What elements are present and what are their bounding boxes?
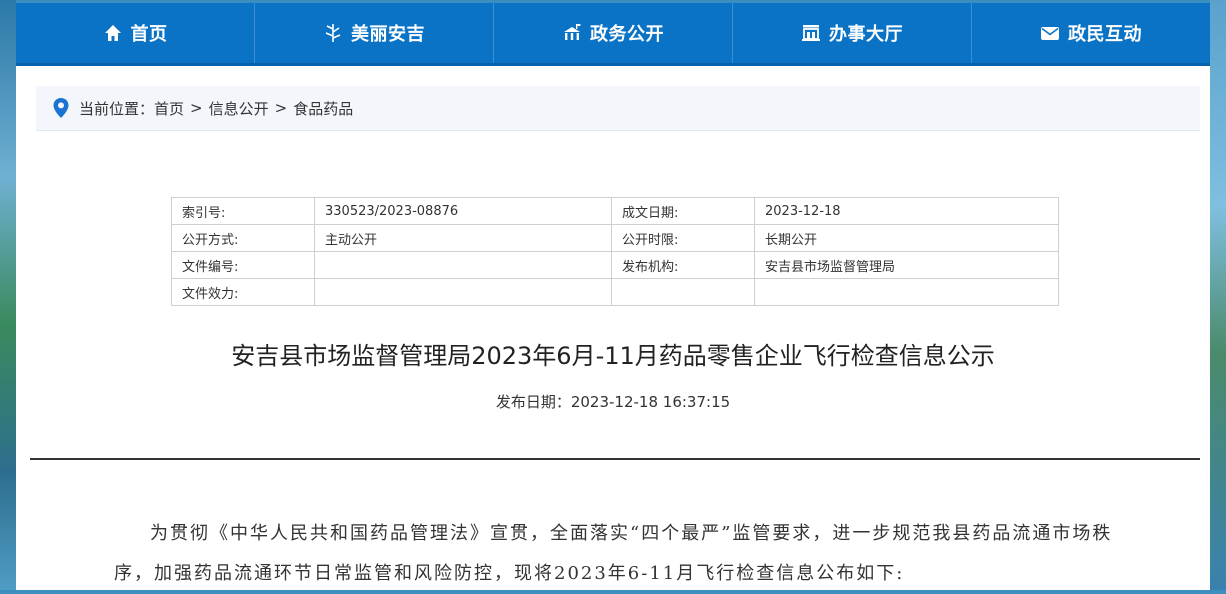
- breadcrumb-separator: >: [274, 99, 288, 117]
- meta-value: 330523/2023-08876: [314, 197, 612, 225]
- breadcrumb-separator: >: [190, 99, 203, 117]
- content-panel: 当前位置： 首页 > 信息公开 > 食品药品 索引号: 330523/2023-…: [16, 66, 1210, 590]
- building-icon: [801, 23, 821, 43]
- divider: [30, 458, 1200, 460]
- location-pin-icon: [52, 97, 70, 119]
- nav-item-label: 政务公开: [590, 24, 664, 45]
- meta-key: 发布机构:: [611, 251, 755, 279]
- table-row: 文件编号: 发布机构: 安吉县市场监督管理局: [171, 251, 1059, 279]
- nav-item-home[interactable]: 首页: [16, 3, 255, 63]
- breadcrumb-link-info[interactable]: 信息公开: [209, 98, 269, 119]
- meta-value: [754, 278, 1059, 306]
- meta-key: 文件编号:: [171, 251, 315, 279]
- meta-key: [611, 278, 755, 306]
- nav-item-label: 办事大厅: [829, 24, 903, 45]
- nav-item-label: 美丽安吉: [351, 24, 425, 45]
- publish-date: 发布日期：2023-12-18 16:37:15: [495, 393, 731, 411]
- meta-value: [314, 251, 612, 279]
- nav-item-label: 政民互动: [1068, 24, 1142, 45]
- home-icon: [103, 23, 123, 43]
- background-scenery-left: [0, 0, 16, 590]
- table-row: 文件效力:: [171, 278, 1059, 306]
- breadcrumb-link-home[interactable]: 首页: [154, 98, 184, 119]
- table-row: 索引号: 330523/2023-08876 成文日期: 2023-12-18: [171, 197, 1059, 225]
- meta-key: 文件效力:: [171, 278, 315, 306]
- meta-value: 长期公开: [754, 224, 1059, 252]
- meta-key: 公开方式:: [171, 224, 315, 252]
- document-meta-table: 索引号: 330523/2023-08876 成文日期: 2023-12-18 …: [171, 197, 1059, 306]
- breadcrumb-prefix: 当前位置：: [79, 99, 155, 118]
- meta-key: 索引号:: [171, 197, 315, 225]
- main-navigation: 首页 美丽安吉 政务公开 办事大厅 政民互动: [16, 3, 1210, 66]
- article-title: 安吉县市场监督管理局2023年6月-11月药品零售企业飞行检查信息公示: [231, 342, 995, 370]
- envelope-icon: [1040, 23, 1060, 43]
- bamboo-icon: [323, 23, 343, 43]
- meta-key: 成文日期:: [611, 197, 755, 225]
- nav-item-label: 首页: [130, 24, 168, 45]
- meta-value: [314, 278, 612, 306]
- meta-key: 公开时限:: [611, 224, 755, 252]
- nav-item-beautiful-anji[interactable]: 美丽安吉: [255, 3, 494, 63]
- breadcrumb: 当前位置： 首页 > 信息公开 > 食品药品: [36, 86, 1200, 131]
- article-body-paragraph: 为贯彻《中华人民共和国药品管理法》宣贯，全面落实“四个最严”监管要求，进一步规范…: [114, 523, 1113, 584]
- nav-item-gov-affairs[interactable]: 政务公开: [494, 3, 733, 63]
- meta-value: 2023-12-18: [754, 197, 1059, 225]
- background-scenery-right: [1210, 0, 1226, 590]
- nav-item-service-hall[interactable]: 办事大厅: [733, 3, 972, 63]
- government-icon: [562, 23, 582, 43]
- breadcrumb-link-food-drug[interactable]: 食品药品: [293, 98, 353, 119]
- table-row: 公开方式: 主动公开 公开时限: 长期公开: [171, 224, 1059, 252]
- meta-value: 主动公开: [314, 224, 612, 252]
- meta-value: 安吉县市场监督管理局: [754, 251, 1059, 279]
- nav-item-interaction[interactable]: 政民互动: [972, 3, 1210, 63]
